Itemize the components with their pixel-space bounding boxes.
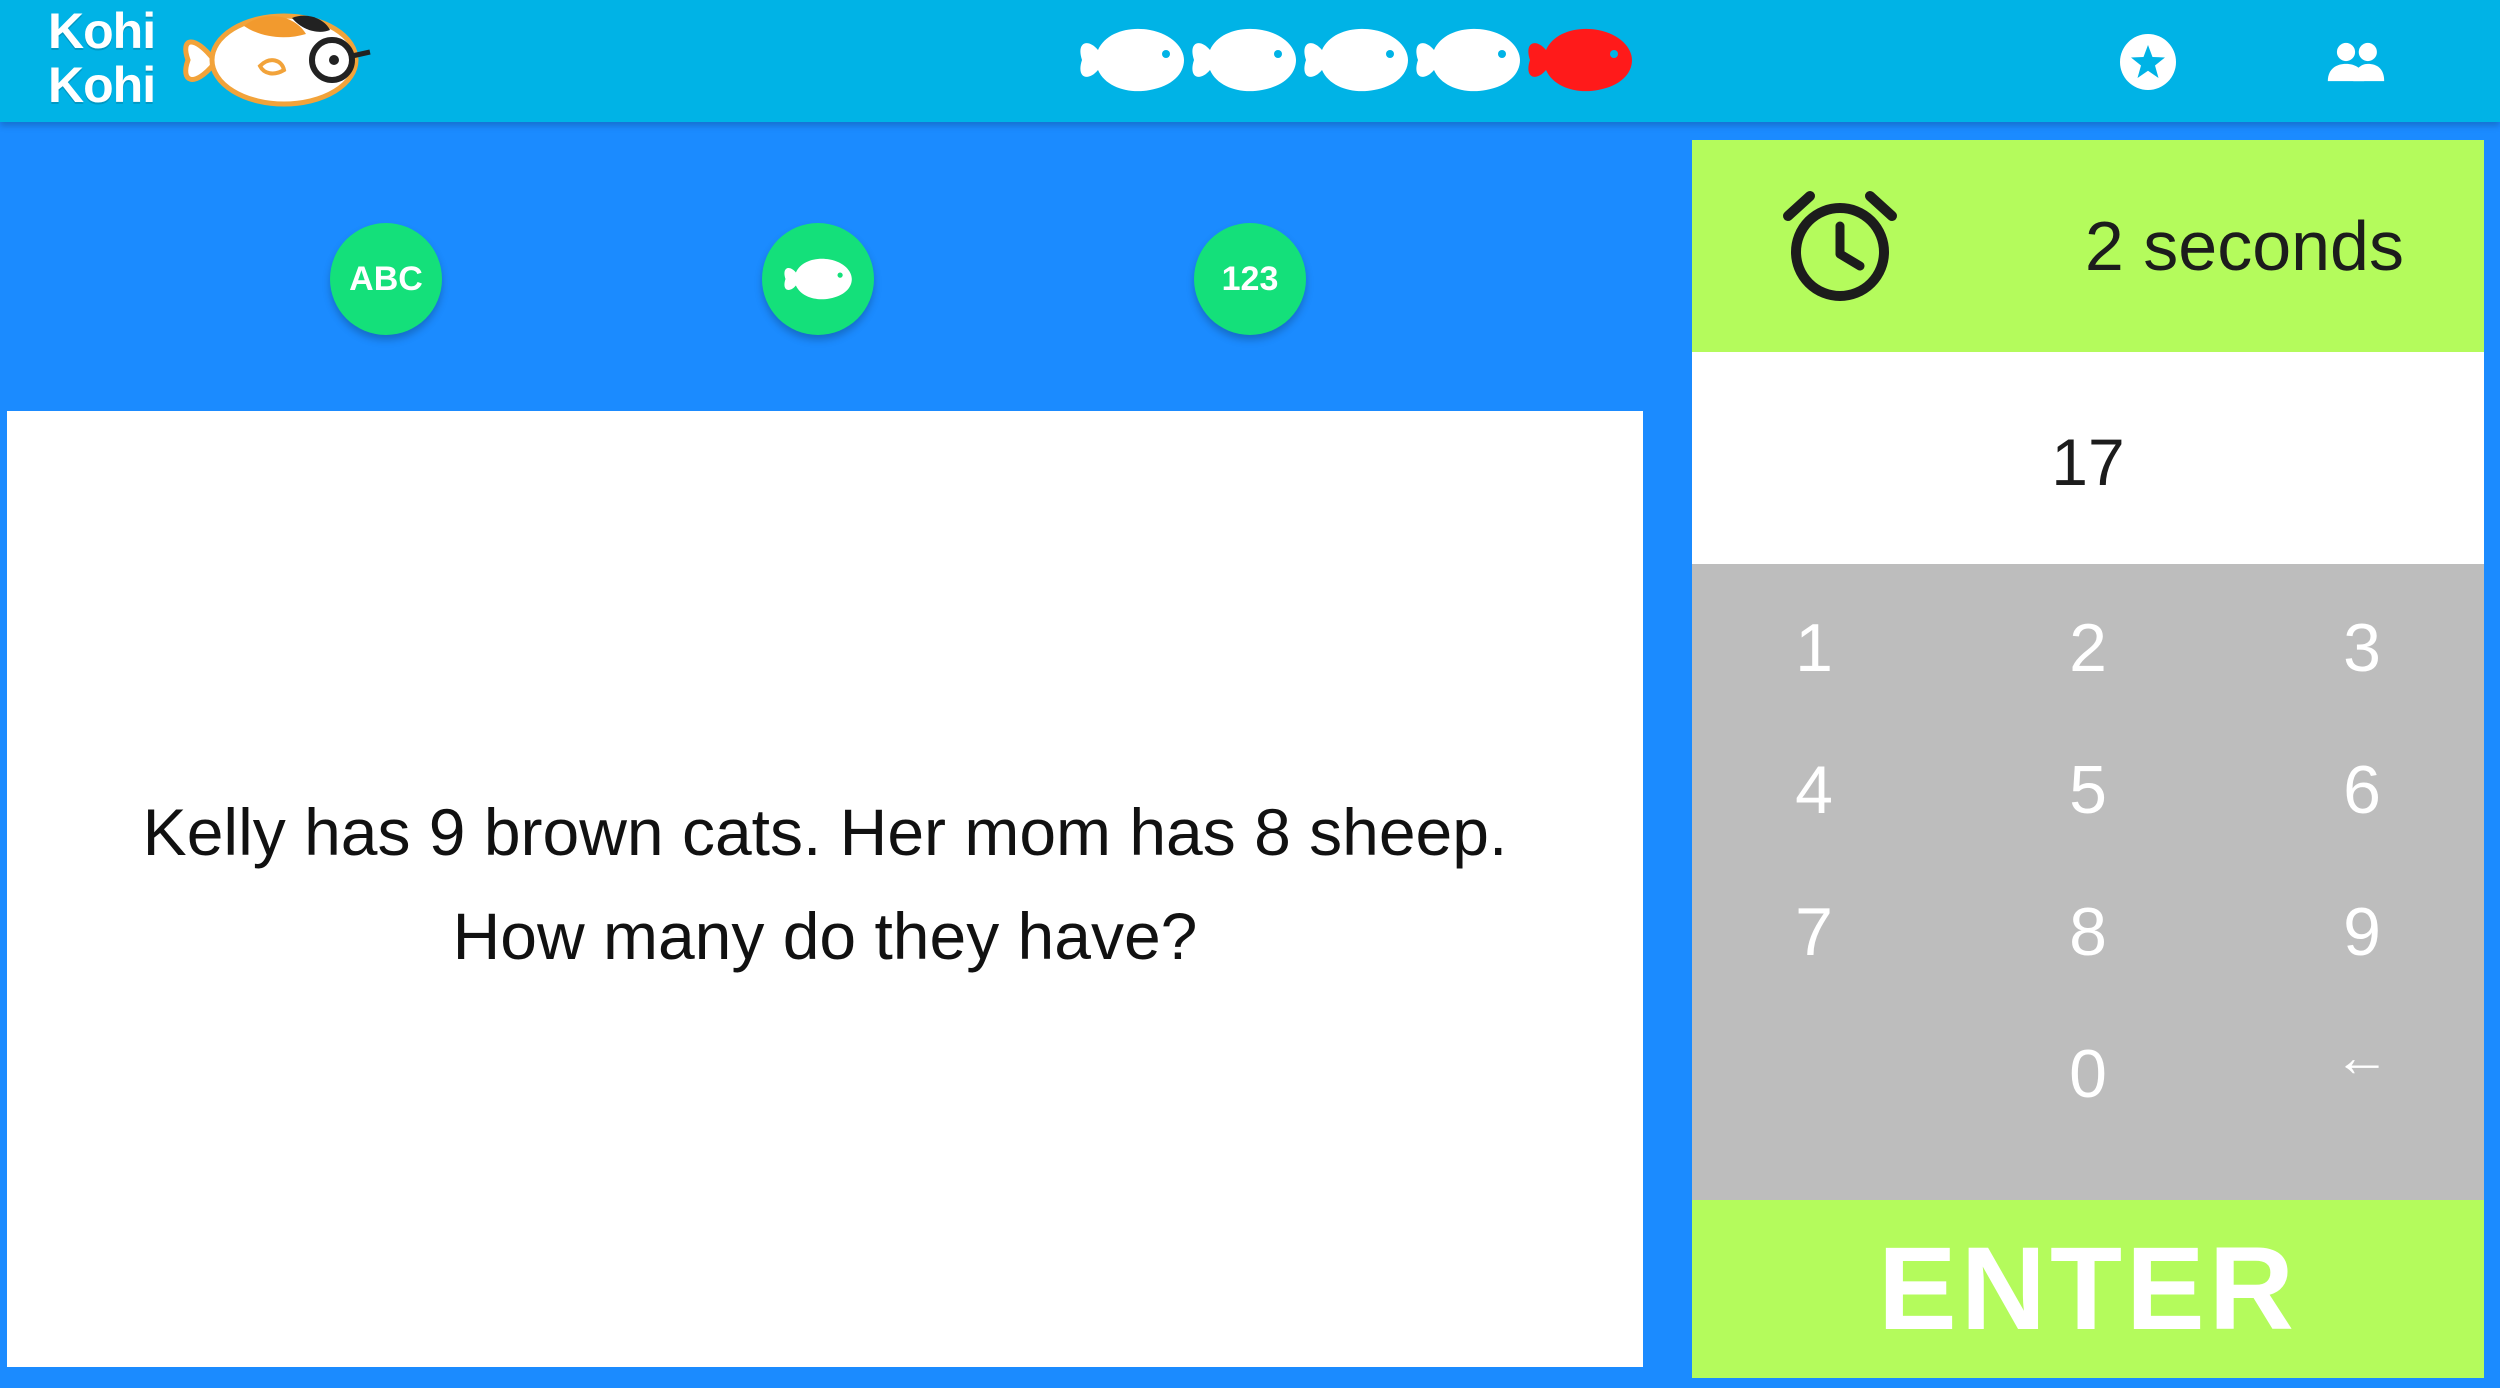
- star-icon: [2120, 34, 2176, 90]
- logo-line-2: Kohi: [48, 57, 156, 113]
- key-2[interactable]: 2: [2028, 588, 2148, 708]
- answer-value: 17: [2051, 425, 2125, 499]
- logo[interactable]: Kohi Kohi: [48, 3, 371, 116]
- key-7[interactable]: 7: [1754, 872, 1874, 992]
- key-6[interactable]: 6: [2302, 730, 2422, 850]
- progress-fish: [1076, 14, 1636, 106]
- key-9[interactable]: 9: [2302, 872, 2422, 992]
- logo-line-1: Kohi: [48, 3, 156, 59]
- key-1[interactable]: 1: [1754, 588, 1874, 708]
- progress-fish-3-icon: [1304, 28, 1408, 92]
- category-123-button[interactable]: 123: [1194, 223, 1306, 335]
- key-3[interactable]: 3: [2302, 588, 2422, 708]
- top-bar: Kohi Kohi: [0, 0, 2500, 122]
- key-5[interactable]: 5: [2028, 730, 2148, 850]
- progress-fish-5-icon: [1528, 28, 1632, 92]
- alarm-clock-icon: [1783, 191, 1897, 301]
- progress-fish-4-icon: [1416, 28, 1520, 92]
- key-0[interactable]: 0: [2028, 1014, 2148, 1134]
- category-abc-label: ABC: [349, 259, 423, 298]
- fish-icon: [784, 258, 852, 300]
- koi-fish-mascot-icon: [183, 13, 371, 107]
- category-123-label: 123: [1221, 259, 1279, 298]
- progress-fish-2-icon: [1192, 28, 1296, 92]
- enter-label: ENTER: [1878, 1223, 2298, 1355]
- numeric-keypad: 1 2 3 4 5 6 7 8 9 0 ←: [1692, 564, 2484, 1200]
- logo-text: Kohi Kohi: [48, 3, 156, 113]
- question-text: Kelly has 9 brown cats. Her mom has 8 sh…: [142, 795, 1508, 973]
- enter-button[interactable]: ENTER: [1692, 1200, 2484, 1378]
- key-4[interactable]: 4: [1754, 730, 1874, 850]
- category-abc-button[interactable]: ABC: [330, 223, 442, 335]
- timer-panel: 2 seconds: [1692, 140, 2484, 352]
- key-8[interactable]: 8: [2028, 872, 2148, 992]
- friends-icon: [2327, 42, 2385, 82]
- question-card: Kelly has 9 brown cats. Her mom has 8 sh…: [7, 411, 1643, 1367]
- category-fish-button[interactable]: [762, 223, 874, 335]
- timer-label: 2 seconds: [2084, 207, 2404, 285]
- backspace-key[interactable]: ←: [2302, 996, 2422, 1116]
- star-button[interactable]: [2118, 32, 2178, 92]
- friends-button[interactable]: [2326, 32, 2386, 92]
- answer-display: 17: [1692, 352, 2484, 564]
- progress-fish-1-icon: [1080, 28, 1184, 92]
